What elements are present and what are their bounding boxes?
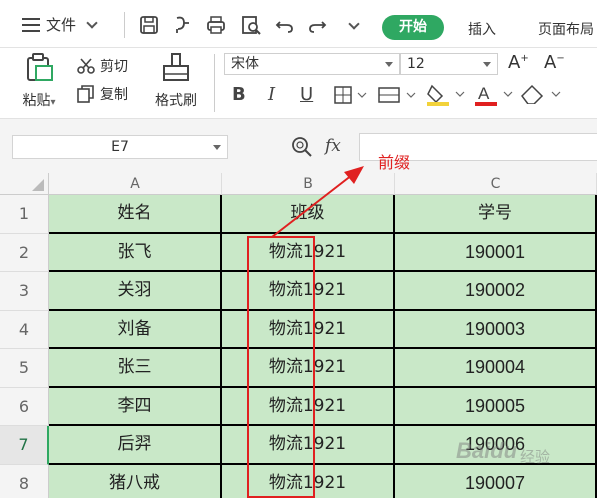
row-header[interactable]: 7 [0, 426, 49, 465]
font-color-icon[interactable]: A [474, 82, 514, 106]
zoom-search-icon[interactable] [290, 135, 314, 159]
dropdown-arrow-icon [213, 145, 221, 150]
paste-label: 粘贴 [22, 93, 51, 109]
font-name-value: 宋体 [231, 56, 259, 72]
redo-icon[interactable] [306, 14, 328, 36]
cut-button[interactable]: 剪切 [76, 56, 128, 76]
cell-student-id[interactable]: 190002 [395, 272, 597, 311]
underline-icon[interactable]: U [300, 84, 313, 105]
scissors-icon [77, 58, 95, 74]
tab-start[interactable]: 开始 [382, 15, 444, 40]
dropdown-arrow-icon [483, 62, 491, 67]
divider [124, 12, 125, 38]
cell-name[interactable]: 刘备 [49, 310, 222, 349]
formula-bar: E7 fx [0, 118, 597, 173]
cell-student-id[interactable]: 190001 [395, 233, 597, 272]
copy-label: 复制 [100, 87, 128, 103]
format-painter-button[interactable]: 格式刷 [146, 52, 206, 110]
dropdown-arrow-icon [385, 62, 393, 67]
print-preview-icon[interactable] [240, 14, 262, 36]
svg-text:A: A [478, 84, 490, 103]
cell-name[interactable]: 李四 [49, 387, 222, 426]
cell-name[interactable]: 关羽 [49, 272, 222, 311]
row-header[interactable]: 5 [0, 349, 49, 388]
divider [214, 54, 215, 112]
watermark-text: 经验 [520, 448, 551, 466]
select-all-corner[interactable] [0, 173, 49, 195]
print-icon[interactable] [205, 14, 227, 36]
column-header-b[interactable]: B [222, 173, 395, 195]
cell-name[interactable]: 后羿 [49, 426, 222, 465]
merge-cells-icon[interactable] [378, 86, 418, 104]
cell-student-id[interactable]: 190005 [395, 387, 597, 426]
borders-icon[interactable] [334, 86, 368, 104]
fill-color-icon[interactable] [426, 82, 466, 106]
paste-button[interactable]: 粘贴▾ [14, 52, 64, 110]
function-icon[interactable]: fx [325, 136, 341, 156]
column-header-c[interactable]: C [395, 173, 597, 195]
row-header[interactable]: 2 [0, 233, 49, 272]
cell-student-id[interactable]: 190007 [395, 464, 597, 498]
title-toolbar: 文件 开始 插入 页面布局 [0, 0, 597, 48]
cell-name[interactable]: 张三 [49, 349, 222, 388]
decrease-font-icon: A− [544, 52, 565, 73]
bold-icon[interactable]: B [232, 84, 246, 105]
paste-icon [27, 53, 53, 81]
cell-class[interactable]: 班级 [222, 195, 395, 234]
tab-insert[interactable]: 插入 [468, 19, 496, 39]
format-painter-label: 格式刷 [155, 93, 197, 109]
file-menu-label: 文件 [46, 16, 77, 34]
row-header[interactable]: 3 [0, 272, 49, 311]
cut-label: 剪切 [100, 59, 128, 75]
row-header[interactable]: 4 [0, 310, 49, 349]
cell-ref: E7 [111, 139, 129, 155]
increase-font-icon: A+ [508, 52, 529, 73]
font-size-select[interactable]: 12 [400, 53, 498, 75]
cell-student-id[interactable]: 190004 [395, 349, 597, 388]
hamburger-icon [22, 17, 40, 32]
more-quick-actions-icon[interactable] [344, 16, 360, 32]
save-icon[interactable] [138, 14, 160, 36]
increase-font-button[interactable]: A+ [508, 52, 529, 73]
cell-name[interactable]: 姓名 [49, 195, 222, 234]
font-size-value: 12 [407, 56, 425, 72]
cell-student-id[interactable]: 学号 [395, 195, 597, 234]
cell-student-id[interactable]: 190003 [395, 310, 597, 349]
highlight-box [247, 236, 315, 498]
format-painter-icon [163, 53, 189, 81]
font-name-select[interactable]: 宋体 [224, 53, 400, 75]
copy-button[interactable]: 复制 [76, 84, 128, 104]
cell-name[interactable]: 张飞 [49, 233, 222, 272]
copy-icon [77, 85, 94, 103]
row-header[interactable]: 6 [0, 387, 49, 426]
cell-name[interactable]: 猪八戒 [49, 464, 222, 498]
row-header[interactable]: 8 [0, 464, 49, 498]
eraser-icon[interactable] [520, 84, 566, 104]
tab-page-layout[interactable]: 页面布局 [538, 19, 594, 39]
file-menu-button[interactable]: 文件 [22, 14, 98, 35]
cell-name-box[interactable]: E7 [12, 135, 228, 159]
decrease-font-button[interactable]: A− [544, 52, 565, 73]
undo-icon[interactable] [274, 14, 296, 36]
export-pdf-icon[interactable] [172, 14, 194, 36]
italic-icon[interactable]: I [268, 84, 275, 105]
column-header-a[interactable]: A [49, 173, 222, 195]
annotation-label: 前缀 [378, 153, 411, 172]
watermark-logo: Baidu [456, 438, 518, 463]
chevron-down-icon [86, 16, 98, 29]
row-header[interactable]: 1 [0, 195, 49, 234]
